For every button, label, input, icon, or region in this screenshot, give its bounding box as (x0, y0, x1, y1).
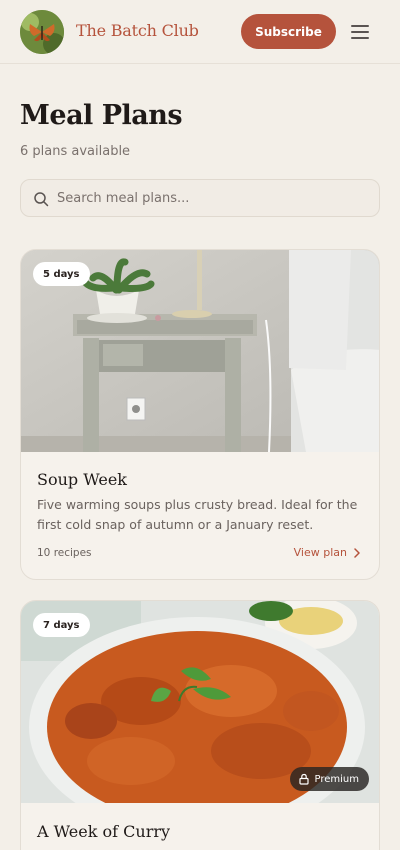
plan-description: Five warming soups plus crusty bread. Id… (37, 497, 358, 532)
search-input[interactable] (57, 180, 367, 216)
plan-image: 5 days (21, 250, 379, 452)
search-icon (34, 192, 49, 207)
subscribe-button[interactable]: Subscribe (241, 14, 336, 49)
premium-label: Premium (314, 773, 360, 785)
view-plan-label: View plan (293, 546, 347, 559)
plan-title[interactable]: Soup Week (37, 470, 127, 489)
recipe-count: 10 recipes (37, 547, 92, 559)
plan-image: 7 days Premium (21, 601, 379, 803)
plan-card-week-of-curry[interactable]: 7 days Premium A Week of Curry (20, 600, 380, 850)
butterfly-icon (20, 10, 64, 54)
brand-name[interactable]: The Batch Club (76, 21, 199, 40)
top-bar: The Batch Club Subscribe (0, 0, 400, 64)
hamburger-icon[interactable] (350, 22, 370, 42)
plan-count: 6 plans available (20, 144, 131, 159)
duration-badge: 7 days (33, 613, 90, 637)
chevron-right-icon (354, 547, 360, 558)
butterfly-avatar[interactable] (20, 10, 64, 54)
lock-icon (298, 773, 309, 785)
plan-title[interactable]: A Week of Curry (37, 822, 170, 841)
premium-badge: Premium (289, 767, 369, 791)
view-plan-link[interactable]: View plan (294, 546, 361, 559)
duration-badge: 5 days (33, 262, 90, 286)
plan-card-soup-week[interactable]: 5 days Soup Week Five warming soups plus… (20, 249, 380, 580)
search-bar[interactable] (20, 179, 380, 217)
page-title: Meal Plans (20, 100, 183, 131)
